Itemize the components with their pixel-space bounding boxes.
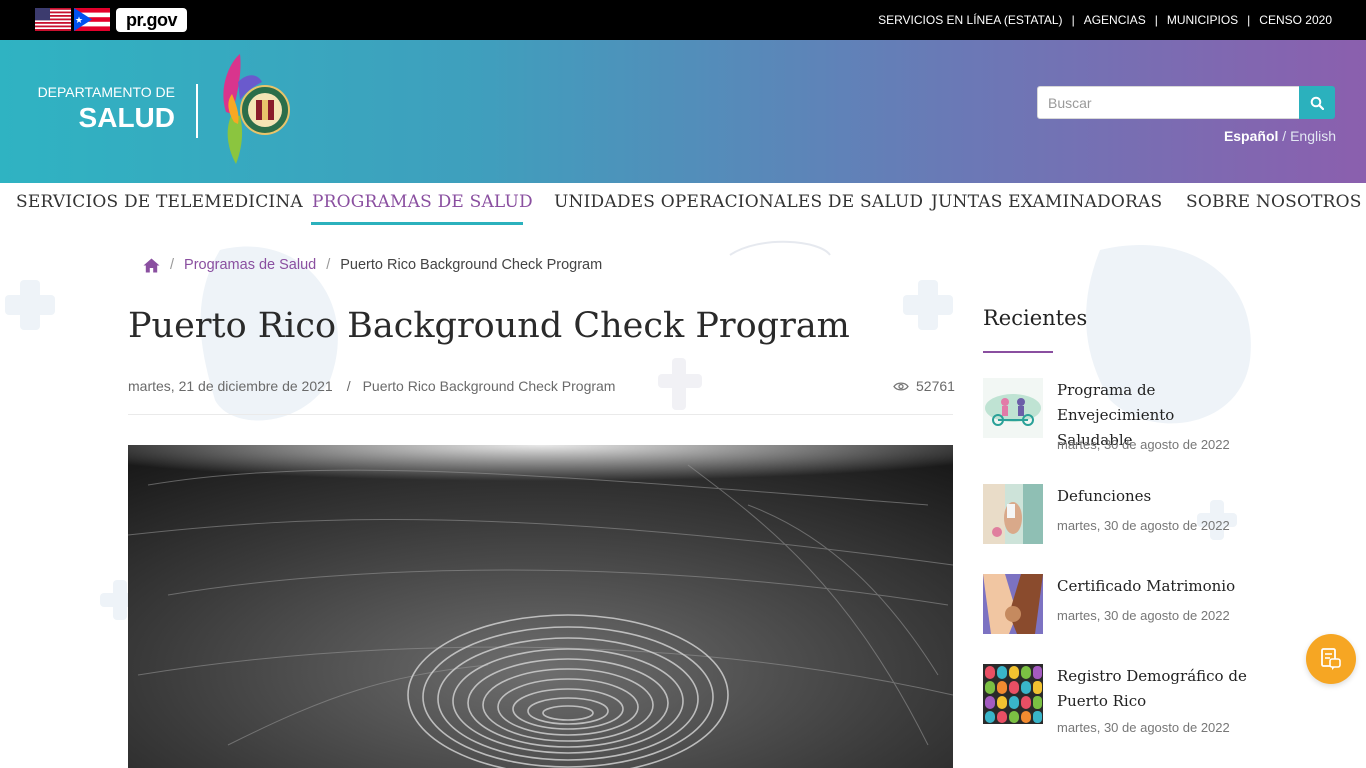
nav-telemedicina[interactable]: SERVICIOS DE TELEMEDICINA	[16, 192, 303, 212]
sidebar-title: Recientes	[983, 306, 1088, 330]
salud-logo-icon[interactable]	[218, 52, 294, 166]
top-link-agencias[interactable]: AGENCIAS	[1084, 13, 1146, 27]
eye-icon	[893, 381, 909, 391]
nav-juntas-examinadoras[interactable]: JUNTAS EXAMINADORAS	[931, 192, 1162, 212]
fingerprint-hero-image	[128, 445, 953, 768]
floating-help-button[interactable]	[1306, 634, 1356, 684]
meta-separator: /	[346, 378, 351, 394]
top-link-municipios[interactable]: MUNICIPIOS	[1167, 13, 1238, 27]
top-link-censo[interactable]: CENSO 2020	[1259, 13, 1332, 27]
search-icon	[1310, 96, 1324, 110]
view-counter: 52761	[893, 378, 955, 394]
breadcrumb-separator: /	[170, 257, 175, 273]
department-name[interactable]: SALUD	[29, 102, 175, 134]
top-link-separator: |	[1071, 13, 1075, 27]
prgov-logo[interactable]: pr.gov	[116, 8, 187, 32]
post-title[interactable]: Registro Demográfico de Puerto Rico	[1057, 664, 1247, 714]
chat-document-icon	[1321, 648, 1341, 670]
post-date: martes, 30 de agosto de 2022	[1057, 608, 1230, 623]
page-title: Puerto Rico Background Check Program	[128, 306, 850, 346]
lang-english[interactable]: English	[1290, 128, 1336, 144]
breadcrumb-current: Puerto Rico Background Check Program	[340, 257, 603, 273]
post-thumbnail[interactable]	[983, 484, 1043, 544]
lang-separator: /	[1278, 128, 1291, 144]
logo-divider	[196, 84, 198, 138]
nav-sobre-nosotros[interactable]: SOBRE NOSOTROS	[1186, 192, 1362, 212]
nav-unidades-operacionales[interactable]: UNIDADES OPERACIONALES DE SALUD	[554, 192, 923, 212]
top-link-servicios[interactable]: SERVICIOS EN LÍNEA (ESTATAL)	[878, 13, 1063, 27]
post-title[interactable]: Certificado Matrimonio	[1057, 574, 1247, 599]
post-thumbnail[interactable]	[983, 378, 1043, 438]
meta-divider	[128, 414, 953, 415]
main-nav: SERVICIOS DE TELEMEDICINA PROGRAMAS DE S…	[0, 183, 1366, 227]
article-date: martes, 21 de diciembre de 2021	[128, 378, 333, 394]
us-flag-icon[interactable]	[35, 8, 71, 31]
article-meta: martes, 21 de diciembre de 2021 / Puerto R…	[128, 378, 615, 394]
language-switcher: Español / English	[1224, 128, 1336, 144]
pr-flag-icon[interactable]	[74, 8, 110, 31]
top-bar: pr.gov SERVICIOS EN LÍNEA (ESTATAL) | AG…	[0, 0, 1366, 40]
view-count: 52761	[916, 378, 955, 394]
post-thumbnail[interactable]	[983, 574, 1043, 634]
sidebar-title-underline	[983, 351, 1053, 353]
breadcrumb-programas[interactable]: Programas de Salud	[184, 257, 316, 273]
nav-active-indicator	[311, 222, 523, 225]
post-date: martes, 30 de agosto de 2022	[1057, 518, 1230, 533]
search-input[interactable]	[1037, 86, 1300, 119]
top-link-separator: |	[1247, 13, 1251, 27]
post-date: martes, 30 de agosto de 2022	[1057, 720, 1230, 735]
post-title[interactable]: Defunciones	[1057, 484, 1247, 509]
article-category[interactable]: Puerto Rico Background Check Program	[363, 378, 616, 394]
breadcrumb-separator: /	[326, 257, 331, 273]
site-header: DEPARTAMENTO DE SALUD Español / English	[0, 40, 1366, 183]
home-icon[interactable]	[143, 258, 160, 273]
lang-espanol[interactable]: Español	[1224, 128, 1278, 144]
top-links: SERVICIOS EN LÍNEA (ESTATAL) | AGENCIAS …	[878, 0, 1332, 40]
search-button[interactable]	[1299, 86, 1335, 119]
department-label[interactable]: DEPARTAMENTO DE	[29, 84, 175, 100]
breadcrumb: / Programas de Salud / Puerto Rico Backg…	[143, 257, 602, 273]
post-thumbnail[interactable]	[983, 664, 1043, 724]
post-date: martes, 30 de agosto de 2022	[1057, 437, 1230, 452]
top-link-separator: |	[1154, 13, 1158, 27]
nav-programas-de-salud[interactable]: PROGRAMAS DE SALUD	[312, 192, 533, 212]
